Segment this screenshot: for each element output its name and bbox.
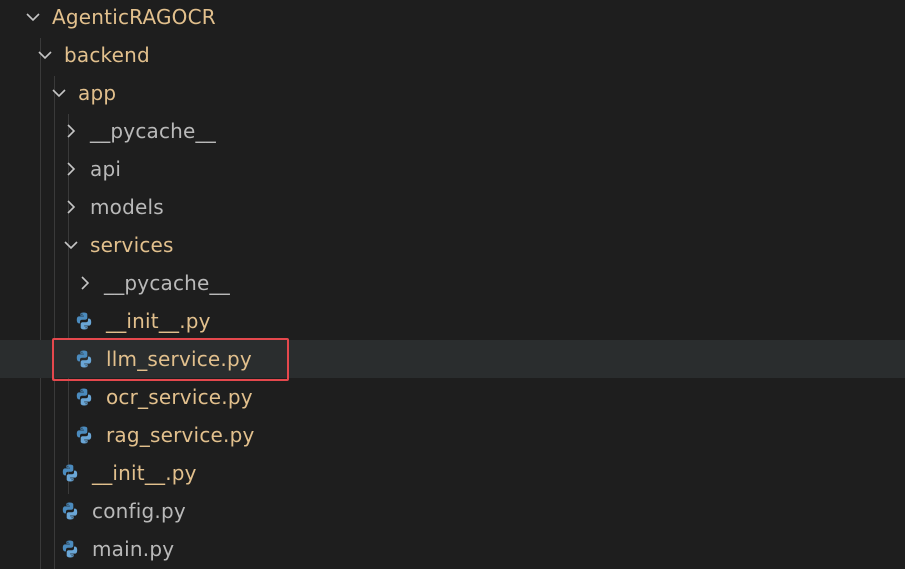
- tree-item-llm-service-file[interactable]: llm_service.py: [0, 340, 905, 378]
- tree-item-app-init-file[interactable]: __init__.py: [0, 454, 905, 492]
- folder-label: services: [90, 233, 174, 257]
- tree-item-api-folder[interactable]: api: [0, 150, 905, 188]
- tree-item-ocr-service-file[interactable]: ocr_service.py: [0, 378, 905, 416]
- folder-label: api: [90, 157, 122, 181]
- tree-item-root-folder[interactable]: AgenticRAGOCR: [0, 0, 905, 36]
- file-label: __init__.py: [106, 309, 211, 333]
- folder-label: __pycache__: [90, 119, 216, 143]
- tree-item-services-init-file[interactable]: __init__.py: [0, 302, 905, 340]
- tree-item-app-folder[interactable]: app: [0, 74, 905, 112]
- folder-label: models: [90, 195, 164, 219]
- folder-label: app: [78, 81, 117, 105]
- python-icon: [74, 387, 94, 407]
- chevron-down-icon: [36, 46, 54, 64]
- file-label: config.py: [92, 499, 186, 523]
- chevron-down-icon: [62, 236, 80, 254]
- tree-item-rag-service-file[interactable]: rag_service.py: [0, 416, 905, 454]
- file-label: __init__.py: [92, 461, 197, 485]
- file-explorer: AgenticRAGOCR backend app __pycache__ ap…: [0, 0, 905, 569]
- chevron-right-icon: [62, 198, 80, 216]
- python-icon: [74, 349, 94, 369]
- chevron-down-icon: [50, 84, 68, 102]
- chevron-right-icon: [76, 274, 94, 292]
- file-label: ocr_service.py: [106, 385, 253, 409]
- tree-item-backend-folder[interactable]: backend: [0, 36, 905, 74]
- tree-item-services-pycache-folder[interactable]: __pycache__: [0, 264, 905, 302]
- python-icon: [74, 311, 94, 331]
- tree-item-services-folder[interactable]: services: [0, 226, 905, 264]
- folder-label: backend: [64, 43, 150, 67]
- tree-item-models-folder[interactable]: models: [0, 188, 905, 226]
- folder-label: __pycache__: [104, 271, 230, 295]
- tree-item-pycache-folder[interactable]: __pycache__: [0, 112, 905, 150]
- chevron-right-icon: [62, 122, 80, 140]
- file-label: llm_service.py: [106, 347, 252, 371]
- chevron-down-icon: [24, 8, 42, 26]
- python-icon: [74, 425, 94, 445]
- tree-item-main-file[interactable]: main.py: [0, 530, 905, 568]
- file-label: rag_service.py: [106, 423, 255, 447]
- tree-item-config-file[interactable]: config.py: [0, 492, 905, 530]
- chevron-right-icon: [62, 160, 80, 178]
- python-icon: [60, 539, 80, 559]
- file-label: main.py: [92, 537, 175, 561]
- python-icon: [60, 501, 80, 521]
- python-icon: [60, 463, 80, 483]
- folder-label: AgenticRAGOCR: [52, 5, 216, 29]
